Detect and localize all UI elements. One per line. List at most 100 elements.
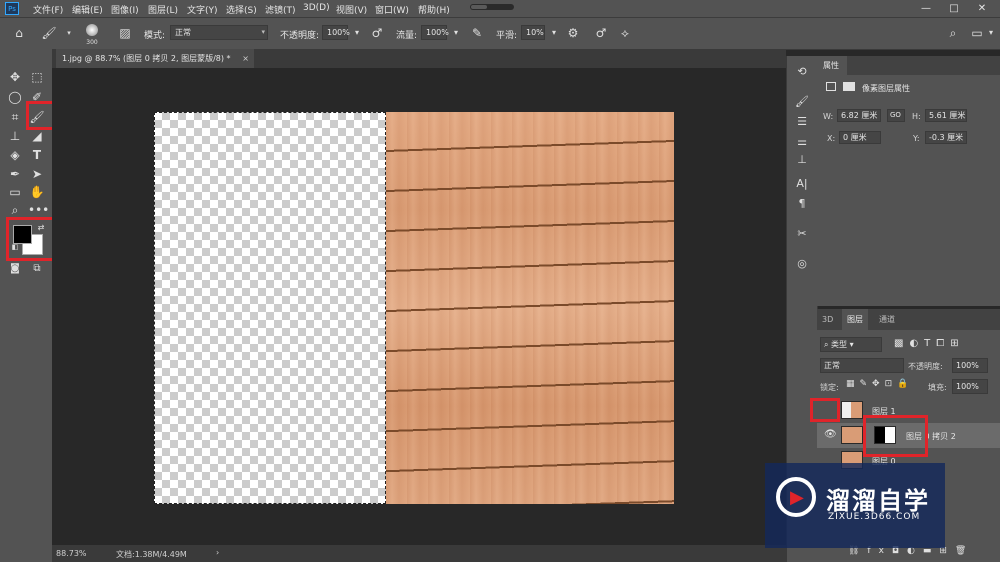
properties-title: 像素图层属性	[862, 84, 910, 93]
x-input[interactable]: 0 厘米	[839, 131, 881, 144]
menu-layer[interactable]: 图层(L)	[148, 3, 178, 16]
pixel-layer-icon	[826, 82, 836, 91]
layer-opacity-label: 不透明度:	[908, 362, 943, 371]
pen-tool-icon[interactable]: ✒	[6, 166, 24, 182]
watermark-title: 溜溜自学	[826, 487, 930, 515]
width-input[interactable]: 6.82 厘米	[837, 109, 881, 122]
y-input[interactable]: -0.3 厘米	[925, 131, 967, 144]
sliders-icon[interactable]: ⚌	[793, 134, 811, 150]
layer-filter-select[interactable]: ⌕ 类型 ▾	[820, 337, 882, 352]
menu-type[interactable]: 文字(Y)	[187, 3, 218, 16]
pressure-size-icon[interactable]: ♂	[592, 24, 610, 42]
path-select-tool-icon[interactable]: ➤	[28, 166, 46, 182]
more-tools-icon[interactable]: •••	[28, 202, 49, 218]
status-menu-arrow[interactable]: ›	[216, 548, 219, 557]
search-icon[interactable]: ⌕	[944, 24, 962, 42]
close-button[interactable]: ✕	[972, 1, 992, 16]
close-tab-icon[interactable]: ×	[242, 49, 249, 68]
smoothing-label: 平滑:	[496, 31, 518, 41]
layer-thumbnail	[841, 426, 863, 444]
pressure-opacity-icon[interactable]: ♂	[368, 24, 386, 42]
maximize-button[interactable]: □	[944, 1, 964, 16]
type-tool-icon[interactable]: T	[28, 147, 46, 163]
flow-input[interactable]: 100%	[421, 25, 449, 40]
move-tool-icon[interactable]: ✥	[6, 69, 24, 85]
chevron-down-icon[interactable]: ▾	[982, 24, 1000, 42]
screen-mode-icon[interactable]: ⧉	[28, 261, 46, 277]
blend-mode-select[interactable]: 正常	[820, 358, 904, 373]
tab-channels[interactable]: 通道	[874, 309, 900, 330]
zoom-level[interactable]: 88.73%	[56, 549, 87, 558]
gear-icon[interactable]: ⚙	[564, 24, 582, 42]
3d-icon[interactable]: ◎	[793, 256, 811, 272]
tools-icon[interactable]: ✂	[793, 226, 811, 242]
symmetry-icon[interactable]: ⟡	[616, 24, 634, 42]
menu-file[interactable]: 文件(F)	[33, 3, 63, 16]
clone-source-icon[interactable]: ⊥	[793, 152, 811, 168]
tab-3d[interactable]: 3D	[817, 309, 838, 330]
crop-tool-icon[interactable]: ⌗	[6, 109, 24, 125]
paragraph-icon[interactable]: ¶	[793, 196, 811, 212]
chevron-down-icon[interactable]: ▾	[348, 24, 366, 42]
menu-filter[interactable]: 滤镜(T)	[265, 3, 296, 16]
selection-marquee	[154, 112, 386, 504]
width-label: W:	[823, 112, 834, 121]
menu-select[interactable]: 选择(S)	[226, 3, 257, 16]
opacity-input[interactable]: 100%	[322, 25, 350, 40]
brush-tool-preset-icon[interactable]: 🖌	[40, 24, 58, 42]
fill-input[interactable]: 100%	[952, 379, 988, 394]
zoom-tool-icon[interactable]: ⌕	[6, 202, 24, 218]
layer-mask-highlight	[863, 415, 928, 457]
rectangle-tool-icon[interactable]: ▭	[6, 184, 24, 200]
brush-size-value: 300	[86, 39, 98, 46]
menu-edit[interactable]: 编辑(E)	[72, 3, 103, 16]
history-icon[interactable]: ⟲	[793, 64, 811, 80]
hand-tool-icon[interactable]: ✋	[28, 184, 46, 200]
quick-mask-icon[interactable]: ◙	[6, 261, 24, 277]
height-input[interactable]: 5.61 厘米	[925, 109, 967, 122]
menu-window[interactable]: 窗口(W)	[375, 3, 409, 16]
document-size: 文档:1.38M/4.49M	[116, 550, 187, 559]
x-label: X:	[827, 134, 836, 143]
wood-texture-image	[386, 112, 674, 504]
visibility-highlight	[810, 398, 840, 422]
eraser-tool-icon[interactable]: ◢	[28, 128, 46, 144]
menu-view[interactable]: 视图(V)	[336, 3, 367, 16]
mask-icon[interactable]	[843, 82, 855, 91]
tab-layers[interactable]: 图层	[842, 309, 868, 330]
flow-label: 流量:	[396, 31, 418, 41]
smoothing-input[interactable]: 10%	[521, 25, 545, 40]
layer-filter-icons[interactable]: ▩◐T⧠⊞	[894, 338, 965, 349]
character-icon[interactable]: A|	[793, 176, 811, 192]
mode-label: 模式:	[144, 31, 166, 41]
mode-select[interactable]: 正常 ▾	[170, 25, 268, 40]
document-tab[interactable]: 1.jpg @ 88.7% (图层 0 拷贝 2, 图层蒙版/8) * ×	[56, 49, 254, 68]
link-dimensions-button[interactable]: GO	[887, 109, 905, 122]
brush-panel-icon[interactable]: 🖌	[793, 94, 811, 110]
layer-thumbnail	[841, 401, 863, 419]
home-icon[interactable]: ⌂	[10, 24, 28, 42]
status-bar: 88.73% 文档:1.38M/4.49M ›	[52, 545, 786, 562]
adjustments-icon[interactable]: ☰	[793, 114, 811, 130]
brush-preview-icon[interactable]	[86, 24, 98, 36]
document-tab-title: 1.jpg @ 88.7% (图层 0 拷贝 2, 图层蒙版/8) *	[62, 54, 231, 63]
brush-settings-icon[interactable]: ▨	[116, 24, 134, 42]
minimize-button[interactable]: —	[916, 1, 936, 16]
watermark-play-icon: ▶	[776, 477, 816, 517]
marquee-tool-icon[interactable]: ⬚	[28, 69, 46, 85]
chevron-down-icon[interactable]: ▾	[60, 24, 78, 42]
layer-opacity-input[interactable]: 100%	[952, 358, 988, 373]
paint-bucket-tool-icon[interactable]: ◈	[6, 147, 24, 163]
menu-image[interactable]: 图像(I)	[111, 3, 139, 16]
lock-icons[interactable]: ▦✎✥⊡🔒	[846, 379, 913, 389]
properties-tab[interactable]: 属性	[817, 56, 847, 75]
chevron-down-icon[interactable]: ▾	[447, 24, 465, 42]
lasso-tool-icon[interactable]: ◯	[6, 89, 24, 105]
chevron-down-icon[interactable]: ▾	[545, 24, 563, 42]
visibility-eye-icon[interactable]: 👁	[824, 429, 837, 440]
menu-help[interactable]: 帮助(H)	[418, 3, 450, 16]
stamp-tool-icon[interactable]: ⊥	[6, 128, 24, 144]
options-bar: ⌂ 🖌 ▾ 300 ▨ 模式: 正常 ▾ 不透明度: 100% ▾ ♂ 流量: 1…	[0, 18, 1000, 50]
menu-3d[interactable]: 3D(D)	[303, 3, 330, 13]
airbrush-icon[interactable]: ✎	[468, 24, 486, 42]
